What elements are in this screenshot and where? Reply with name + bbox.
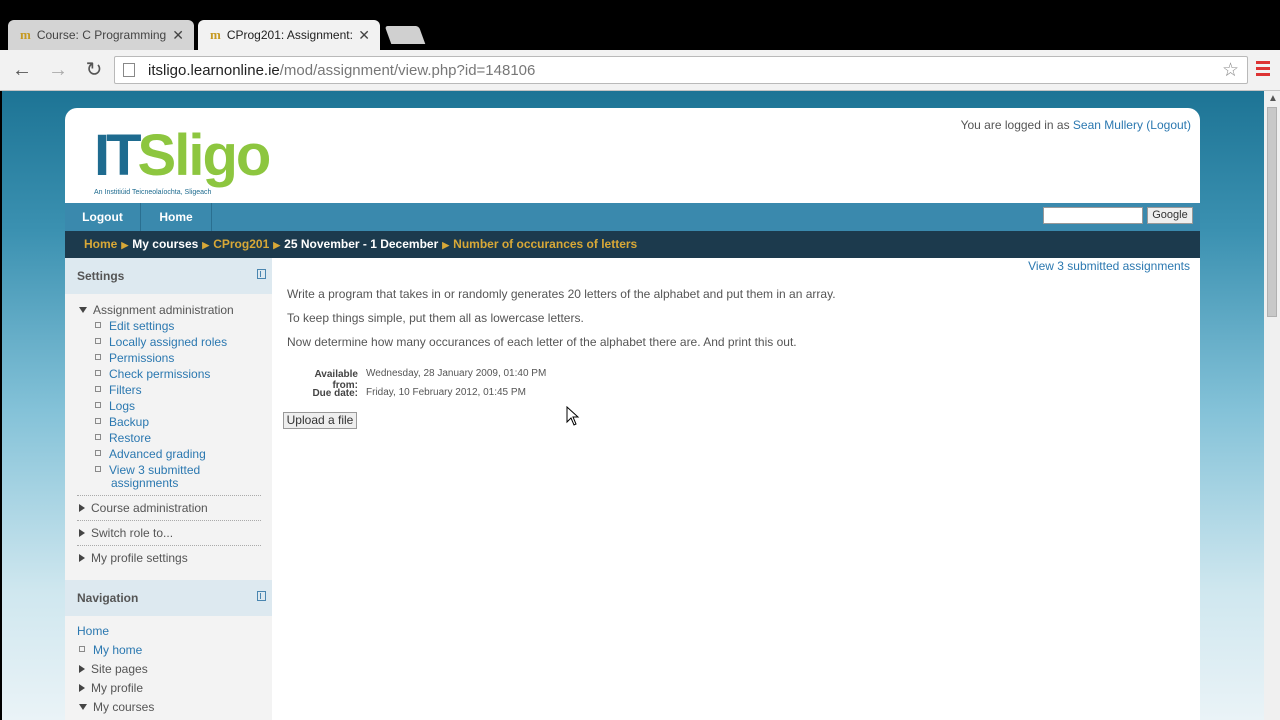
address-bar[interactable]: itsligo.learnonline.ie/mod/assignment/vi… [114,56,1248,84]
google-search-button[interactable]: Google [1147,207,1193,224]
breadcrumb-section: 25 November - 1 December [284,237,439,251]
bookmark-star-icon[interactable]: ☆ [1222,59,1239,82]
bullet-icon [95,354,101,360]
tab-title: CProg201: Assignment: [226,28,353,42]
page-icon [123,63,135,77]
chrome-menu-icon[interactable] [1256,61,1270,77]
close-tab-icon[interactable]: ✕ [358,27,370,44]
divider [77,545,261,546]
nav-home[interactable]: Home [141,203,212,231]
settings-link-check-permissions[interactable]: Check permissions [95,367,210,381]
divider [77,495,261,496]
forward-arrow-icon[interactable]: → [46,58,70,82]
collapsed-triangle-icon [79,504,85,512]
settings-link-advanced-grading[interactable]: Advanced grading [95,447,206,461]
collapsed-triangle-icon [79,529,85,537]
navigation-block-header: Navigation [65,580,272,616]
bullet-icon [95,338,101,344]
tab-title: Course: C Programming [36,28,167,42]
breadcrumb-separator-icon: ▶ [442,240,450,250]
moodle-favicon-icon: m [210,27,221,42]
breadcrumb-separator-icon: ▶ [273,240,281,250]
logout-link[interactable]: (Logout) [1146,118,1191,132]
bullet-icon [95,322,101,328]
settings-link-filters[interactable]: Filters [95,383,142,397]
mouse-cursor-icon [566,406,580,426]
available-from-value: Wednesday, 28 January 2009, 01:40 PM [366,368,547,379]
upload-file-button[interactable]: Upload a file [283,412,357,429]
close-tab-icon[interactable]: ✕ [172,27,184,44]
moodle-page: ITSligo An Institiúid Teicneolaíochta, S… [65,108,1200,720]
back-arrow-icon[interactable]: ← [10,58,34,82]
custom-menu-bar: Logout Home Google [65,203,1200,231]
scrollbar-thumb[interactable] [1267,107,1277,317]
left-block-column: Settings Assignment administration Edit … [65,258,272,720]
course-administration[interactable]: Course administration [79,501,208,515]
settings-link-locally-assigned-roles[interactable]: Locally assigned roles [95,335,227,349]
itsligo-logo[interactable]: ITSligo An Institiúid Teicneolaíochta, S… [94,122,271,196]
nav-tree-my-profile[interactable]: My profile [79,681,143,695]
bullet-icon [79,646,85,652]
user-name-link[interactable]: Sean Mullery [1073,118,1143,132]
nav-tree-my-courses[interactable]: My courses [79,700,154,714]
breadcrumb-course[interactable]: CProg201 [213,237,269,251]
assignment-paragraph-3: Now determine how many occurances of eac… [287,335,797,349]
dock-block-icon[interactable] [257,269,266,279]
collapsed-triangle-icon [79,554,85,562]
browser-toolbar: ← → ↻ itsligo.learnonline.ie/mod/assignm… [0,50,1280,91]
url-text[interactable]: itsligo.learnonline.ie/mod/assignment/vi… [148,62,535,79]
divider [77,520,261,521]
browser-tab-assignment[interactable]: m CProg201: Assignment: ✕ [198,20,380,50]
breadcrumb-home[interactable]: Home [84,237,117,251]
settings-link-backup[interactable]: Backup [95,415,149,429]
bullet-icon [95,466,101,472]
bullet-icon [95,434,101,440]
settings-link-permissions[interactable]: Permissions [95,351,174,365]
breadcrumb-separator-icon: ▶ [202,240,210,250]
expanded-triangle-icon [79,307,87,313]
nav-tree-home[interactable]: Home [77,624,109,638]
moodle-favicon-icon: m [20,27,31,42]
due-date-label: Due date: [312,388,358,399]
vertical-scrollbar[interactable]: ▲ [1264,91,1280,720]
breadcrumb-separator-icon: ▶ [121,240,129,250]
settings-block-header: Settings [65,258,272,294]
view-submitted-assignments-link[interactable]: View 3 submitted assignments [1028,259,1190,273]
bullet-icon [95,402,101,408]
breadcrumb-current[interactable]: Number of occurances of letters [453,237,637,251]
login-info: You are logged in as Sean Mullery (Logou… [960,118,1191,132]
assignment-paragraph-2: To keep things simple, put them all as l… [287,311,584,325]
reload-icon[interactable]: ↻ [82,58,106,82]
settings-link-logs[interactable]: Logs [95,399,135,413]
assignment-administration[interactable]: Assignment administration [79,303,234,317]
switch-role[interactable]: Switch role to... [79,526,173,540]
settings-link-view-submitted-cont[interactable]: assignments [111,476,178,490]
settings-link-view-submitted[interactable]: View 3 submitted [95,463,200,477]
page-viewport: ITSligo An Institiúid Teicneolaíochta, S… [2,91,1264,720]
nav-tree-my-home[interactable]: My home [79,643,142,657]
bullet-icon [95,386,101,392]
search-input[interactable] [1043,207,1143,224]
bullet-icon [95,450,101,456]
breadcrumb-my-courses: My courses [132,237,199,251]
browser-tab-course[interactable]: m Course: C Programming ✕ [8,20,194,50]
settings-link-edit-settings[interactable]: Edit settings [95,319,174,333]
nav-tree-site-pages[interactable]: Site pages [79,662,148,676]
scroll-up-arrow-icon[interactable]: ▲ [1268,93,1278,104]
dock-block-icon[interactable] [257,591,266,601]
due-date-value: Friday, 10 February 2012, 01:45 PM [366,387,526,398]
bullet-icon [95,370,101,376]
bullet-icon [95,418,101,424]
collapsed-triangle-icon [79,684,85,692]
settings-link-restore[interactable]: Restore [95,431,151,445]
expanded-triangle-icon [79,704,87,710]
nav-logout[interactable]: Logout [65,203,141,231]
assignment-paragraph-1: Write a program that takes in or randoml… [287,287,836,301]
browser-tab-strip: m Course: C Programming ✕ m CProg201: As… [0,0,1280,50]
my-profile-settings[interactable]: My profile settings [79,551,188,565]
new-tab-button[interactable] [384,26,426,44]
breadcrumb: Home ▶ My courses ▶ CProg201 ▶ 25 November - 1… [65,231,1200,258]
collapsed-triangle-icon [79,665,85,673]
